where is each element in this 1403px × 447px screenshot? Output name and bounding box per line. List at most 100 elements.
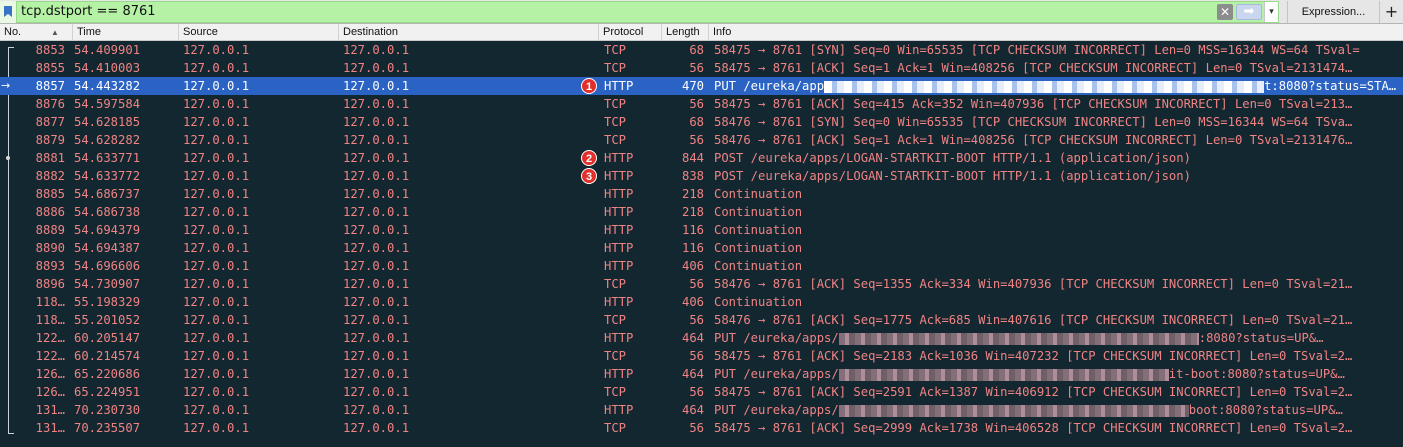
packet-protocol: TCP — [604, 97, 627, 111]
packet-number: 122… — [35, 349, 65, 363]
packet-row[interactable]: 8876 54.597584 127.0.0.1 127.0.0.1 TCP 56 5847… — [0, 95, 1403, 113]
packet-protocol: HTTP — [604, 259, 634, 273]
packet-info: 58476 → 8761 [ACK] Seq=1 Ack=1 Win=40825… — [714, 131, 1403, 149]
packet-row[interactable]: 131… 70.235507 127.0.0.1 127.0.0.1 TCP 56 5847… — [0, 419, 1403, 437]
packet-info: 58475 → 8761 [ACK] Seq=2183 Ack=1036 Win… — [714, 347, 1403, 365]
packet-time: 55.198329 — [74, 295, 141, 309]
column-header-time[interactable]: Time — [72, 24, 178, 41]
packet-protocol: HTTP — [604, 331, 634, 345]
packet-info-text: 58475 → 8761 [ACK] Seq=1 Ack=1 Win=40825… — [714, 61, 1353, 75]
packet-length: 56 — [689, 349, 704, 363]
packet-row[interactable]: 8886 54.686738 127.0.0.1 127.0.0.1 HTTP 218 Co… — [0, 203, 1403, 221]
packet-time: 54.628185 — [74, 115, 141, 129]
redacted-region — [838, 368, 1169, 381]
expression-button[interactable]: Expression... — [1287, 0, 1379, 23]
packet-row[interactable]: 122… 60.205147 127.0.0.1 127.0.0.1 HTTP 464 PU… — [0, 329, 1403, 347]
packet-info: PUT /eureka/apps/boot:8080?status=UP&… — [714, 401, 1403, 419]
packet-info: Continuation — [714, 239, 1403, 257]
packet-row[interactable]: 118… 55.201052 127.0.0.1 127.0.0.1 TCP 56 5847… — [0, 311, 1403, 329]
packet-info-text: 58475 → 8761 [ACK] Seq=2183 Ack=1036 Win… — [714, 349, 1353, 363]
packet-row[interactable]: 131… 70.230730 127.0.0.1 127.0.0.1 HTTP 464 PU… — [0, 401, 1403, 419]
packet-number: 8885 — [35, 187, 65, 201]
packet-info-text: Continuation — [714, 259, 803, 273]
packet-info-tail: :8080?status=UP&… — [1198, 331, 1324, 345]
packet-length: 56 — [689, 277, 704, 291]
packet-info-text: POST /eureka/apps/LOGAN-STARTKIT-BOOT HT… — [714, 169, 1191, 183]
column-header-source[interactable]: Source — [178, 24, 338, 41]
column-header-destination[interactable]: Destination — [338, 24, 598, 41]
packet-source: 127.0.0.1 — [183, 169, 250, 183]
packet-list[interactable]: 8853 54.409901 127.0.0.1 127.0.0.1 TCP 68 5847… — [0, 41, 1403, 447]
packet-row[interactable]: 8885 54.686737 127.0.0.1 127.0.0.1 HTTP 218 Co… — [0, 185, 1403, 203]
packet-length: 56 — [689, 61, 704, 75]
column-header-no[interactable]: No. ▲ — [0, 24, 72, 41]
apply-filter-arrow-icon[interactable]: ➡ — [1236, 3, 1262, 20]
packet-time: 65.220686 — [74, 367, 141, 381]
packet-source: 127.0.0.1 — [183, 367, 250, 381]
packet-row[interactable]: 122… 60.214574 127.0.0.1 127.0.0.1 TCP 56 5847… — [0, 347, 1403, 365]
packet-row[interactable]: 8890 54.694387 127.0.0.1 127.0.0.1 HTTP 116 Co… — [0, 239, 1403, 257]
packet-info-text: Continuation — [714, 241, 803, 255]
packet-row[interactable]: 118… 55.198329 127.0.0.1 127.0.0.1 HTTP 406 Co… — [0, 293, 1403, 311]
packet-destination: 127.0.0.1 — [343, 115, 410, 129]
packet-number: 8882 — [35, 169, 65, 183]
packet-number: 126… — [35, 385, 65, 399]
packet-row[interactable]: 126… 65.220686 127.0.0.1 127.0.0.1 HTTP 464 PU… — [0, 365, 1403, 383]
packet-number: 131… — [35, 403, 65, 417]
packet-destination: 127.0.0.1 — [343, 421, 410, 435]
packet-protocol: TCP — [604, 115, 627, 129]
packet-info: POST /eureka/apps/LOGAN-STARTKIT-BOOT HT… — [714, 149, 1403, 167]
packet-info-text: Continuation — [714, 187, 803, 201]
packet-protocol: HTTP — [604, 79, 634, 93]
packet-time: 54.633772 — [74, 169, 141, 183]
packet-protocol: HTTP — [604, 187, 634, 201]
packet-row[interactable]: 8893 54.696606 127.0.0.1 127.0.0.1 HTTP 406 Co… — [0, 257, 1403, 275]
packet-info: Continuation — [714, 203, 1403, 221]
packet-row[interactable]: 8881 54.633771 127.0.0.1 127.0.0.1 HTTP 844 PO… — [0, 149, 1403, 167]
packet-time: 54.730907 — [74, 277, 141, 291]
column-header-protocol[interactable]: Protocol — [598, 24, 661, 41]
packet-length: 464 — [681, 331, 704, 345]
display-filter-text[interactable]: tcp.dstport == 8761 — [17, 4, 1217, 19]
packet-number: 131… — [35, 421, 65, 435]
filter-bookmark-icon[interactable] — [0, 0, 16, 23]
packet-destination: 127.0.0.1 — [343, 151, 410, 165]
packet-info-text: 58475 → 8761 [ACK] Seq=2999 Ack=1738 Win… — [714, 421, 1353, 435]
packet-destination: 127.0.0.1 — [343, 403, 410, 417]
packet-time: 54.686738 — [74, 205, 141, 219]
packet-destination: 127.0.0.1 — [343, 331, 410, 345]
packet-destination: 127.0.0.1 — [343, 259, 410, 273]
packet-row[interactable]: 8877 54.628185 127.0.0.1 127.0.0.1 TCP 68 5847… — [0, 113, 1403, 131]
packet-length: 470 — [681, 79, 704, 93]
packet-row-selected[interactable]: 8857 54.443282 127.0.0.1 127.0.0.1 HTTP 470 PU… — [0, 77, 1403, 95]
packet-info: 58475 → 8761 [ACK] Seq=1 Ack=1 Win=40825… — [714, 59, 1403, 77]
packet-row[interactable]: 8855 54.410003 127.0.0.1 127.0.0.1 TCP 56 5847… — [0, 59, 1403, 77]
packet-row[interactable]: 8896 54.730907 127.0.0.1 127.0.0.1 TCP 56 5847… — [0, 275, 1403, 293]
display-filter-input[interactable]: tcp.dstport == 8761 ✕ ➡ ▾ — [16, 0, 1279, 23]
packet-length: 56 — [689, 313, 704, 327]
column-header-info[interactable]: Info — [708, 24, 1403, 41]
packet-source: 127.0.0.1 — [183, 205, 250, 219]
clear-filter-icon[interactable]: ✕ — [1217, 3, 1233, 20]
filter-history-dropdown-icon[interactable]: ▾ — [1264, 1, 1278, 22]
packet-row[interactable]: 8853 54.409901 127.0.0.1 127.0.0.1 TCP 68 5847… — [0, 41, 1403, 59]
packet-protocol: HTTP — [604, 223, 634, 237]
packet-time: 54.597584 — [74, 97, 141, 111]
packet-row[interactable]: 126… 65.224951 127.0.0.1 127.0.0.1 TCP 56 5847… — [0, 383, 1403, 401]
packet-destination: 127.0.0.1 — [343, 79, 410, 93]
packet-row[interactable]: 8889 54.694379 127.0.0.1 127.0.0.1 HTTP 116 Co… — [0, 221, 1403, 239]
packet-number: 126… — [35, 367, 65, 381]
packet-protocol: HTTP — [604, 151, 634, 165]
packet-destination: 127.0.0.1 — [343, 349, 410, 363]
packet-row[interactable]: 8882 54.633772 127.0.0.1 127.0.0.1 HTTP 838 PO… — [0, 167, 1403, 185]
packet-protocol: TCP — [604, 385, 627, 399]
packet-source: 127.0.0.1 — [183, 295, 250, 309]
packet-destination: 127.0.0.1 — [343, 277, 410, 291]
packet-info: Continuation — [714, 257, 1403, 275]
add-filter-button[interactable]: + — [1379, 0, 1403, 23]
packet-length: 406 — [681, 259, 704, 273]
packet-number: 118… — [35, 313, 65, 327]
packet-row[interactable]: 8879 54.628282 127.0.0.1 127.0.0.1 TCP 56 5847… — [0, 131, 1403, 149]
column-header-length[interactable]: Length — [661, 24, 708, 41]
packet-time: 54.694387 — [74, 241, 141, 255]
